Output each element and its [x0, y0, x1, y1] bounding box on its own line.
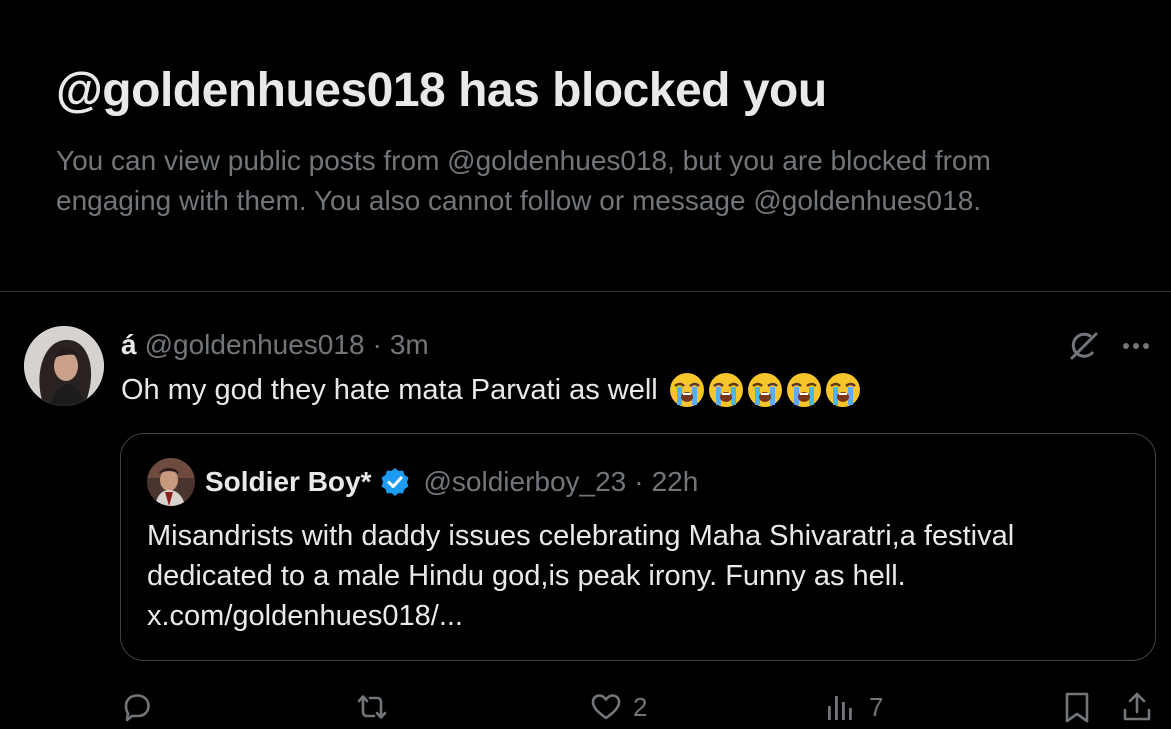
post-header: á @goldenhues018 · 3m — [121, 326, 429, 364]
quoted-author-name: Soldier Boy* — [205, 466, 372, 497]
blocked-notice: @goldenhues018 has blocked you You can v… — [56, 62, 1116, 221]
share-button[interactable] — [1120, 688, 1154, 726]
avatar-image — [24, 326, 104, 406]
reply-button[interactable] — [120, 688, 154, 726]
views-icon — [828, 696, 852, 720]
quoted-avatar — [147, 458, 195, 506]
loudly-crying-face-icon — [669, 373, 704, 407]
like-button[interactable]: 2 — [589, 688, 647, 726]
post-text: Oh my god they hate mata Parvati as well — [121, 368, 862, 412]
post-timestamp[interactable]: 3m — [390, 329, 429, 361]
quoted-post-text: Misandrists with daddy issues celebratin… — [147, 516, 1127, 636]
meta-separator: · — [372, 329, 382, 360]
blocked-description-line-1: You can view public posts from @goldenhu… — [56, 145, 991, 176]
quoted-text-line-2: dedicated to a male Hindu god,is peak ir… — [147, 560, 906, 592]
post-author-name[interactable]: á — [121, 329, 137, 361]
loudly-crying-face-icon — [747, 373, 782, 407]
quoted-meta-separator: · — [634, 466, 644, 497]
quoted-author-handle: @soldierboy_23 — [423, 466, 627, 497]
quoted-link[interactable]: x.com/goldenhues018/... — [147, 596, 1127, 636]
repost-button[interactable] — [355, 688, 389, 726]
views-count: 7 — [869, 691, 884, 722]
views-button[interactable]: 7 — [825, 688, 883, 726]
loudly-crying-face-icon — [786, 373, 821, 407]
heart-icon — [591, 694, 621, 720]
blocked-title: @goldenhues018 has blocked you — [56, 64, 827, 117]
share-icon — [1123, 692, 1151, 721]
quoted-post-card[interactable]: Soldier Boy* @soldierboy_23 · 22h Misand… — [120, 433, 1156, 661]
like-count: 2 — [633, 691, 648, 722]
quoted-timestamp: 22h — [651, 466, 699, 497]
more-options-icon[interactable] — [1118, 330, 1154, 362]
quoted-text-line-1: Misandrists with daddy issues celebratin… — [147, 520, 1015, 552]
reply-icon — [124, 694, 150, 722]
blocked-description: You can view public posts from @goldenhu… — [56, 141, 1116, 221]
post-author-handle[interactable]: @goldenhues018 — [145, 329, 365, 361]
loudly-crying-face-icon — [708, 373, 743, 407]
post-text-content: Oh my god they hate mata Parvati as well — [121, 373, 658, 406]
bookmark-icon — [1065, 692, 1089, 723]
loudly-crying-face-icon — [825, 373, 860, 407]
divider — [0, 291, 1171, 292]
blocked-description-line-2: engaging with them. You also cannot foll… — [56, 185, 982, 216]
profile-page: @goldenhues018 has blocked you You can v… — [0, 0, 1171, 729]
repost-icon — [357, 695, 387, 719]
avatar[interactable] — [24, 326, 104, 406]
emoji-group — [668, 371, 862, 409]
quoted-post-header: Soldier Boy* @soldierboy_23 · 22h — [147, 458, 698, 506]
verified-badge-icon — [381, 468, 409, 496]
bookmark-button[interactable] — [1060, 688, 1094, 726]
grok-icon[interactable] — [1066, 328, 1102, 364]
